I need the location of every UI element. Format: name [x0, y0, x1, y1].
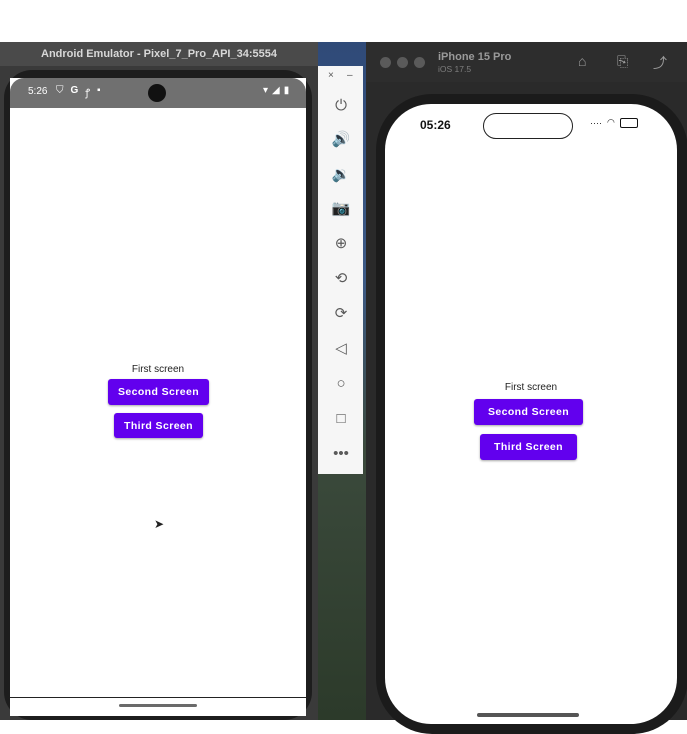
battery-icon — [619, 117, 638, 128]
third-screen-button[interactable]: Third Screen — [114, 413, 203, 438]
minimize-traffic-light[interactable] — [397, 57, 408, 68]
ios-device-name: iPhone 15 Pro — [438, 51, 512, 63]
home-icon[interactable]: ○ — [330, 372, 352, 394]
shield-icon: ⛉ — [56, 85, 64, 96]
third-screen-button[interactable]: Third Screen — [480, 434, 577, 460]
rotate-right-icon[interactable]: ⟳ — [330, 302, 352, 324]
zoom-icon[interactable]: ⊕ — [330, 232, 352, 254]
close-traffic-light[interactable] — [380, 57, 391, 68]
battery-icon: ▮ — [283, 85, 290, 96]
google-icon: G — [70, 85, 79, 96]
ios-window-titlebar[interactable]: iPhone 15 Pro iOS 17.5 ⌂ ⎘ ⤴ — [366, 42, 687, 82]
minimize-icon[interactable]: – — [347, 70, 353, 81]
first-screen-label: First screen — [504, 382, 558, 393]
camera-cutout — [148, 84, 166, 102]
signal-icon: ···· — [590, 117, 602, 128]
sync-icon: ꝭ — [85, 88, 91, 99]
android-window-title[interactable]: Android Emulator - Pixel_7_Pro_API_34:55… — [0, 42, 318, 66]
home-icon[interactable]: ⌂ — [578, 53, 586, 69]
android-nav-bar — [10, 697, 306, 712]
rotate-left-icon[interactable]: ⟲ — [330, 267, 352, 289]
zoom-traffic-light[interactable] — [414, 57, 425, 68]
signal-icon: ◢ — [272, 85, 280, 96]
gesture-handle[interactable] — [119, 704, 197, 707]
sim-icon: ▪ — [97, 85, 101, 96]
wifi-icon: ▾ — [263, 85, 269, 96]
rotate-icon[interactable]: ⤴ — [653, 53, 667, 73]
volume-down-icon[interactable]: 🔉 — [330, 163, 352, 185]
volume-up-icon[interactable]: 🔊 — [330, 128, 352, 150]
overview-icon[interactable]: □ — [330, 407, 352, 429]
power-icon[interactable]: ⏻ — [330, 94, 352, 116]
back-icon[interactable]: ◁ — [330, 337, 352, 359]
ios-os-version: iOS 17.5 — [438, 64, 472, 74]
first-screen-label: First screen — [131, 364, 185, 375]
second-screen-button[interactable]: Second Screen — [474, 399, 583, 425]
android-app-content: First screen Second Screen Third Screen — [10, 108, 306, 708]
close-icon[interactable]: × — [328, 70, 334, 81]
camera-icon[interactable]: 📷 — [330, 197, 352, 219]
ios-screen: 05:26 ···· ◠ First screen Second Screen … — [385, 104, 677, 724]
more-icon[interactable]: ••• — [330, 442, 352, 464]
second-screen-button[interactable]: Second Screen — [108, 379, 209, 405]
screenshot-icon[interactable]: ⎘ — [617, 53, 628, 70]
dynamic-island — [483, 113, 573, 139]
emulator-toolbar: × – ⏻ 🔊 🔉 📷 ⊕ ⟲ ⟳ ◁ ○ □ ••• — [318, 66, 363, 474]
ios-home-indicator[interactable] — [477, 713, 579, 717]
mouse-cursor-icon: ➤ — [154, 517, 165, 531]
android-status-time: 5:26 — [28, 86, 48, 97]
ios-status-time: 05:26 — [420, 118, 451, 132]
wifi-icon: ◠ — [607, 117, 615, 127]
